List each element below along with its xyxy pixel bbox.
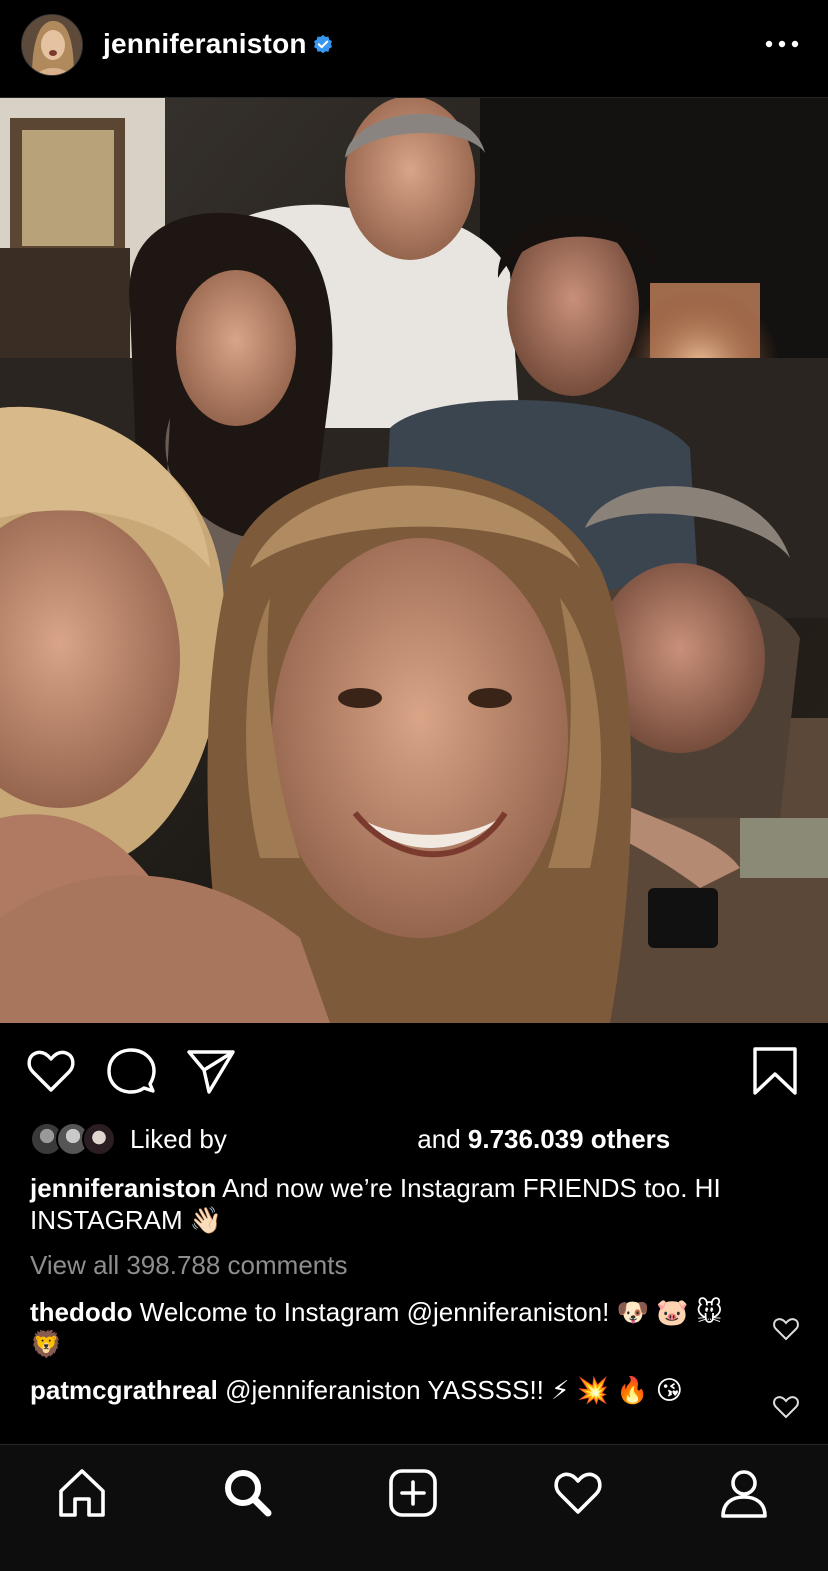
- redacted-username: [234, 1126, 411, 1152]
- liked-by-prefix: Liked by: [130, 1124, 235, 1154]
- post-photo[interactable]: [0, 98, 828, 1023]
- comment-text: Welcome to Instagram @jenniferaniston! 🐶…: [30, 1297, 723, 1359]
- comment-like-heart-icon[interactable]: [772, 1316, 800, 1342]
- comment-item: patmcgrathreal @jenniferaniston YASSSS!!…: [30, 1374, 750, 1406]
- comment-bubble-icon[interactable]: [106, 1046, 156, 1096]
- comment-username[interactable]: thedodo: [30, 1297, 133, 1327]
- bottom-tab-bar: [0, 1444, 828, 1571]
- post-caption: jenniferaniston And now we’re Instagram …: [30, 1172, 800, 1236]
- post-header: jenniferaniston: [0, 0, 828, 98]
- search-icon[interactable]: [222, 1467, 272, 1519]
- view-all-comments-link[interactable]: View all 398.788 comments: [30, 1250, 347, 1281]
- activity-heart-icon[interactable]: [553, 1467, 603, 1519]
- share-paper-plane-icon[interactable]: [186, 1046, 236, 1096]
- verified-badge-icon: [314, 34, 332, 54]
- liked-by-connector: and: [410, 1124, 468, 1154]
- new-post-icon[interactable]: [388, 1467, 438, 1519]
- post-author-username[interactable]: jenniferaniston: [103, 28, 307, 60]
- likes-count[interactable]: 9.736.039 others: [468, 1124, 670, 1154]
- instagram-post-screen: jenniferaniston Liked by and 9.736.039 o…: [0, 0, 828, 1571]
- like-heart-outline-icon[interactable]: [26, 1046, 76, 1096]
- more-options-icon[interactable]: [765, 36, 799, 52]
- comment-text: @jenniferaniston YASSSS!! ⚡ 💥 🔥 😘: [225, 1375, 683, 1405]
- home-icon[interactable]: [57, 1467, 107, 1519]
- bookmark-icon[interactable]: [750, 1046, 800, 1096]
- profile-icon[interactable]: [719, 1467, 769, 1519]
- comment-item: thedodo Welcome to Instagram @jenniferan…: [30, 1296, 750, 1360]
- profile-avatar[interactable]: [21, 14, 83, 76]
- likes-summary[interactable]: Liked by and 9.736.039 others: [30, 1120, 810, 1156]
- liker-avatar: [82, 1122, 116, 1156]
- comment-like-heart-icon[interactable]: [772, 1394, 800, 1420]
- liked-by-text: Liked by and 9.736.039 others: [130, 1124, 670, 1155]
- caption-username[interactable]: jenniferaniston: [30, 1173, 216, 1203]
- comment-username[interactable]: patmcgrathreal: [30, 1375, 218, 1405]
